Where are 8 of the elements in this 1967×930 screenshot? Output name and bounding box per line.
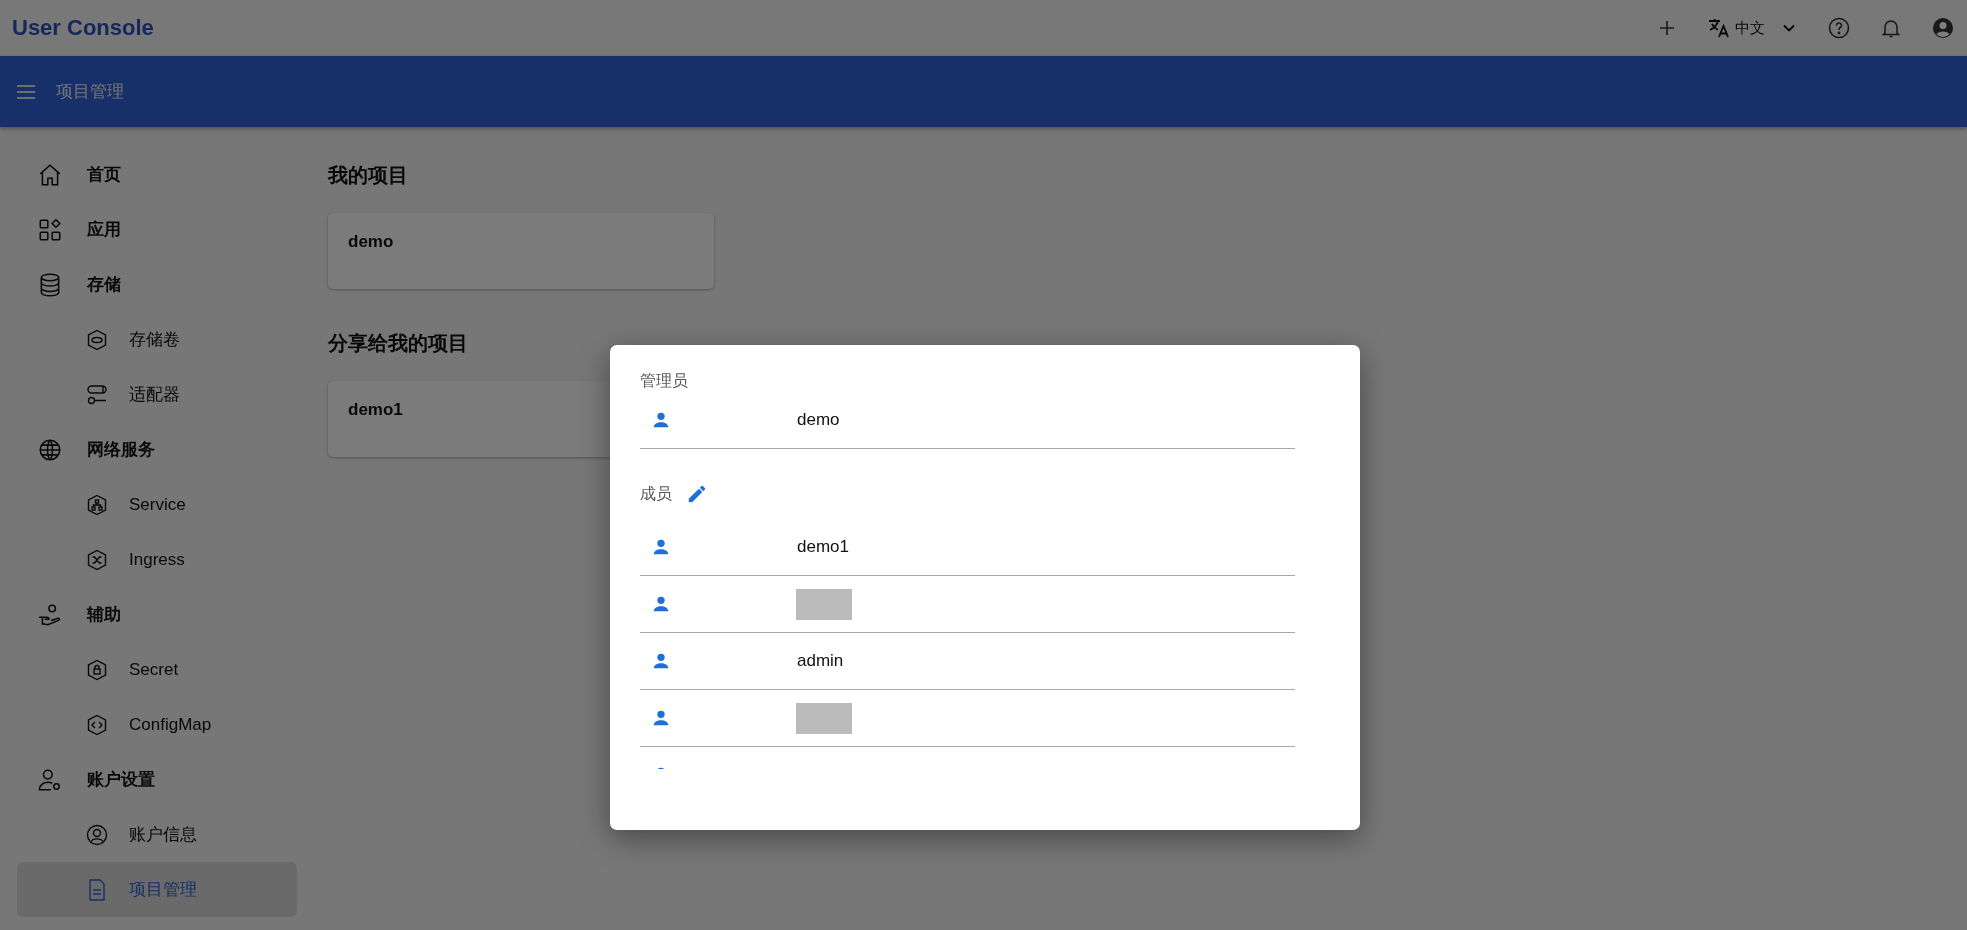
section-heading: 分享给我的项目 <box>328 331 468 356</box>
member-name: demo1 <box>797 537 849 557</box>
section-heading: 我的项目 <box>328 163 408 188</box>
app-title: User Console <box>12 15 154 41</box>
members-label: 成员 <box>640 483 672 504</box>
member-name: admin <box>797 651 844 671</box>
member-name: demo <box>797 410 840 430</box>
page-title: 项目管理 <box>56 81 124 103</box>
